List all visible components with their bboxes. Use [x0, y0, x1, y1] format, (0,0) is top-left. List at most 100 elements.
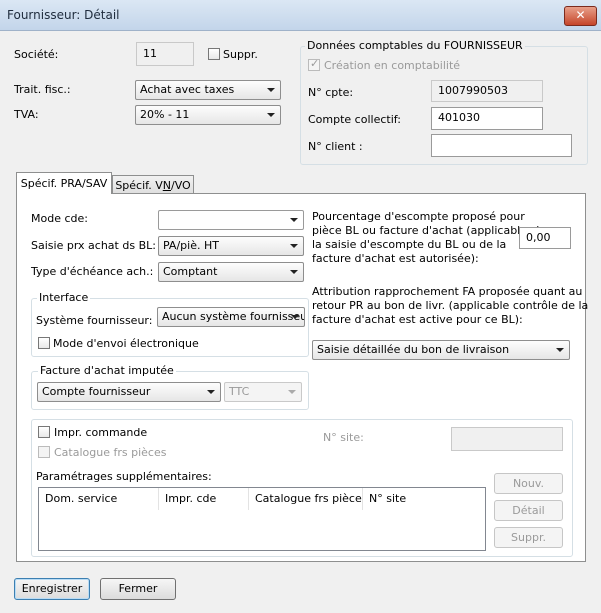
attribution-line-2: retour PR au bon de livr. (applicable co… — [312, 299, 589, 312]
escompte-input[interactable]: 0,00 — [519, 227, 571, 249]
envoi-label: Mode d'envoi électronique — [53, 337, 199, 350]
nclient-input[interactable] — [431, 134, 572, 157]
comptable-title: Données comptables du FOURNISSEUR — [305, 39, 525, 52]
ncpte-value: 1007990503 — [438, 84, 508, 97]
tva-select[interactable]: 20% - 11 — [135, 105, 281, 125]
envoi-checkbox[interactable] — [38, 337, 50, 349]
attribution-line-1: Attribution rapprochement FA proposée qu… — [312, 285, 583, 298]
escompte-line-4: facture d'achat est autorisée): — [312, 252, 479, 265]
escompte-line-2: pièce BL ou facture d'achat (applicable … — [312, 224, 540, 237]
saisie-label: Saisie prx achat ds BL: — [31, 239, 156, 252]
catalogue-checkbox[interactable] — [38, 446, 50, 458]
interface-title: Interface — [37, 291, 91, 304]
suppr-button[interactable]: Suppr. — [494, 527, 563, 548]
attribution-text: Attribution rapprochement FA proposée qu… — [312, 285, 588, 327]
check-icon: ✓ — [310, 57, 320, 70]
escompte-value: 0,00 — [526, 231, 551, 244]
catalogue-label: Catalogue frs pièces — [54, 446, 167, 459]
chevron-down-icon — [267, 113, 275, 117]
tab-vn-vo-label-pre: Spécif. V — [115, 179, 163, 192]
ncpte-label: N° cpte: — [308, 86, 354, 99]
impr-commande-checkbox[interactable] — [38, 426, 50, 438]
societe-value: 11 — [143, 47, 157, 60]
suppr-checkbox[interactable] — [208, 48, 220, 60]
nsite-label: N° site: — [323, 431, 364, 444]
nouv-button-label: Nouv. — [512, 477, 545, 490]
nsite-field — [451, 427, 563, 451]
title-bar: Fournisseur: Détail ✕ — [0, 0, 601, 31]
close-icon: ✕ — [575, 8, 586, 22]
trait-fisc-label: Trait. fisc.: — [14, 83, 71, 96]
tab-pra-sav-label: Spécif. PRA/SAV — [20, 177, 108, 190]
nclient-label: N° client : — [308, 140, 363, 153]
collectif-value: 401030 — [438, 111, 480, 124]
detail-button-label: Détail — [512, 504, 545, 517]
chevron-down-icon — [291, 315, 299, 319]
systeme-value: Aucun système fournisseur — [162, 310, 305, 323]
societe-field: 11 — [136, 42, 194, 66]
ncpte-field: 1007990503 — [431, 80, 543, 102]
chevron-down-icon — [556, 348, 564, 352]
column-header[interactable]: Catalogue frs pièces — [249, 488, 363, 510]
mode-cde-label: Mode cde: — [31, 212, 88, 225]
trait-fisc-select[interactable]: Achat avec taxes — [135, 80, 281, 100]
tab-vn-vo-label-u: N — [162, 179, 171, 192]
parametrages-table[interactable]: Dom. service Impr. cde Catalogue frs piè… — [38, 487, 486, 551]
chevron-down-icon — [207, 390, 215, 394]
chevron-down-icon — [267, 88, 275, 92]
column-header-label: Impr. cde — [165, 492, 217, 505]
collectif-input[interactable]: 401030 — [431, 107, 543, 130]
collectif-label: Compte collectif: — [308, 113, 401, 126]
facture-value: Compte fournisseur — [42, 385, 151, 398]
saisie-value: PA/piè. HT — [163, 239, 219, 252]
detail-button[interactable]: Détail — [494, 500, 563, 521]
param-title: Paramétrages supplémentaires: — [36, 470, 212, 483]
tab-vn-vo-label-post: /VO — [170, 179, 191, 192]
tva-label: TVA: — [14, 108, 39, 121]
column-header-label: N° site — [369, 492, 407, 505]
suppr-button-label: Suppr. — [511, 531, 546, 544]
tab-pra-sav[interactable]: Spécif. PRA/SAV — [16, 172, 112, 194]
chevron-down-icon — [288, 390, 296, 394]
saisie-select[interactable]: PA/piè. HT — [158, 236, 304, 256]
chevron-down-icon — [290, 244, 298, 248]
echeance-select[interactable]: Comptant — [158, 262, 304, 282]
chevron-down-icon — [290, 218, 298, 222]
dialog-window: Fournisseur: Détail ✕ Société: 11 Suppr.… — [0, 0, 601, 613]
chevron-down-icon — [290, 270, 298, 274]
enregistrer-button-label: Enregistrer — [21, 582, 83, 595]
escompte-line-3: la saisie d'escompte du BL ou de la — [312, 238, 507, 251]
facture-select[interactable]: Compte fournisseur — [37, 382, 221, 402]
suppr-label: Suppr. — [223, 48, 258, 61]
trait-fisc-value: Achat avec taxes — [140, 83, 235, 96]
column-header[interactable]: Impr. cde — [159, 488, 249, 510]
echeance-label: Type d'échéance ach.: — [31, 265, 154, 278]
escompte-text: Pourcentage d'escompte proposé pour pièc… — [312, 210, 539, 266]
nouv-button[interactable]: Nouv. — [494, 473, 563, 494]
societe-label: Société: — [14, 48, 59, 61]
attribution-select[interactable]: Saisie détaillée du bon de livraison — [312, 340, 570, 360]
column-header-label: Dom. service — [45, 492, 118, 505]
creation-label: Création en comptabilité — [324, 59, 461, 72]
ttc-select[interactable]: TTC — [224, 382, 302, 402]
column-header[interactable]: Dom. service — [39, 488, 159, 510]
tab-vn-vo[interactable]: Spécif. VN/VO — [112, 175, 194, 194]
systeme-select[interactable]: Aucun système fournisseur — [157, 307, 305, 327]
facture-title: Facture d'achat imputée — [38, 364, 176, 377]
mode-cde-select[interactable] — [158, 210, 304, 230]
attribution-line-3: facture d'achat est active pour ce BL): — [312, 313, 523, 326]
attribution-value: Saisie détaillée du bon de livraison — [317, 343, 510, 356]
impr-commande-label: Impr. commande — [54, 426, 148, 439]
tva-value: 20% - 11 — [140, 108, 190, 121]
column-header[interactable]: N° site — [363, 488, 485, 510]
ttc-value: TTC — [229, 385, 250, 398]
creation-checkbox[interactable]: ✓ — [308, 57, 320, 71]
enregistrer-button[interactable]: Enregistrer — [14, 578, 90, 600]
systeme-label: Système fournisseur: — [36, 314, 153, 327]
fermer-button-label: Fermer — [118, 582, 158, 595]
column-header-label: Catalogue frs pièces — [255, 492, 363, 505]
echeance-value: Comptant — [163, 265, 218, 278]
close-button[interactable]: ✕ — [564, 6, 597, 26]
window-title: Fournisseur: Détail — [7, 8, 120, 22]
fermer-button[interactable]: Fermer — [100, 578, 176, 600]
